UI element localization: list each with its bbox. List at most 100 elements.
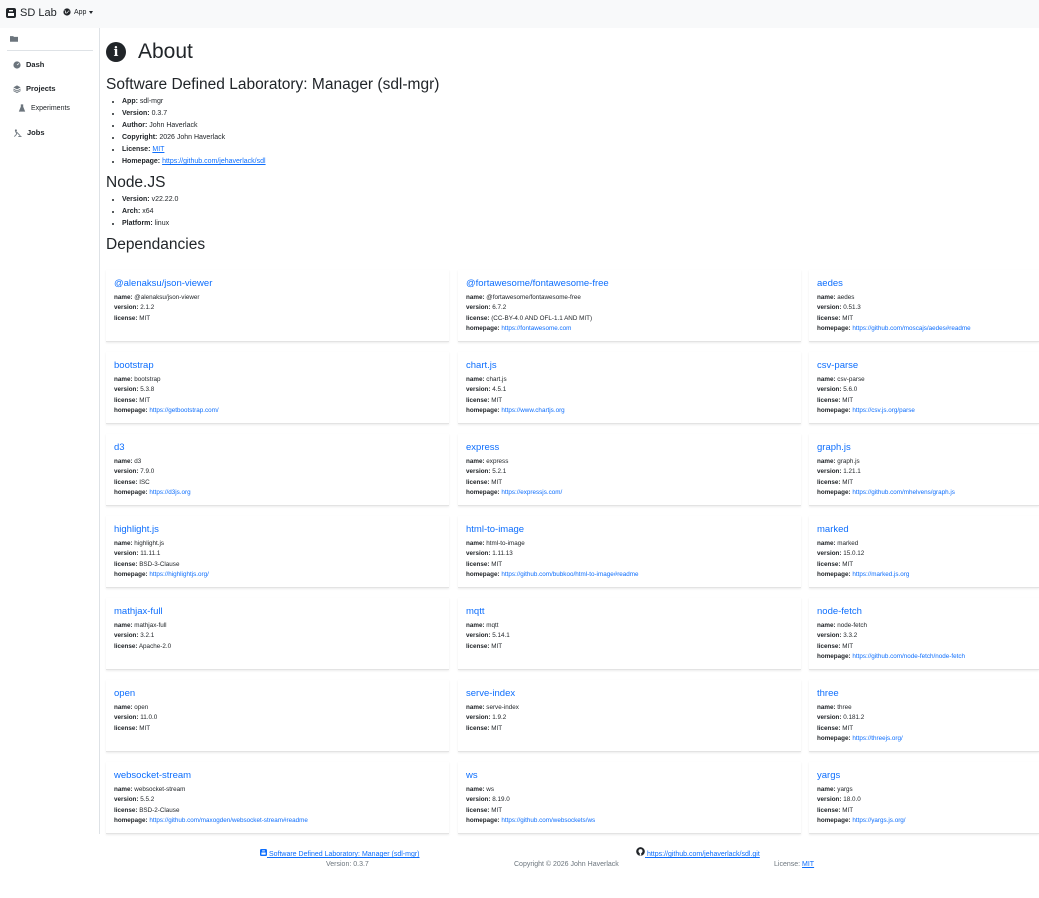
dependency-title: chart.js — [466, 360, 497, 371]
dependency-name: name: marked — [817, 540, 859, 547]
sidebar-item-label: Dash — [26, 60, 45, 69]
dependency-homepage-link[interactable]: https://csv.js.org/parse — [852, 407, 915, 414]
layers-icon — [13, 84, 21, 93]
dependency-card: d3 name: d3 version: 7.9.0 license: ISC home… — [106, 434, 449, 506]
dependency-homepage-link[interactable]: https://github.com/maxogden/websocket-st… — [149, 817, 308, 824]
dependency-version: version: 5.6.0 — [817, 386, 858, 394]
dependency-title: html-to-image — [466, 524, 525, 535]
dependency-title: mathjax-full — [114, 606, 163, 617]
dependency-title: ws — [466, 770, 478, 781]
app-info-author: Author: John Haverlack — [122, 120, 1039, 132]
sidebar-item-label: Experiments — [31, 104, 70, 112]
dependency-homepage-link[interactable]: https://github.com/bubkoo/html-to-image#… — [501, 571, 638, 578]
dependency-homepage-link[interactable]: https://www.chartjs.org — [501, 407, 564, 414]
sidebar-item-label: Projects — [26, 84, 56, 93]
dependency-homepage: homepage: https://marked.js.org — [817, 571, 910, 579]
dependency-card: csv-parse name: csv-parse version: 5.6.0 li… — [809, 352, 1039, 424]
dependency-homepage-link[interactable]: https://github.com/node-fetch/node-fetch — [852, 653, 965, 660]
dependency-name: name: csv-parse — [817, 376, 865, 383]
footer-app-link[interactable]: Software Defined Laboratory: Manager (sd… — [260, 849, 420, 858]
app-menu-label: App — [74, 8, 87, 16]
dependency-title: graph.js — [817, 442, 851, 453]
footer-license-link[interactable]: MIT — [802, 861, 814, 868]
github-icon — [636, 847, 645, 856]
sidebar-item-projects[interactable]: Projects — [13, 84, 56, 93]
app-info-list: App: sdl-mgr Version: 0.3.7 Author: John… — [106, 96, 1039, 168]
dependency-homepage-link[interactable]: https://yargs.js.org/ — [852, 817, 905, 824]
dependency-title: express — [466, 442, 500, 453]
app-info-version: Version: 0.3.7 — [122, 108, 1039, 120]
dependency-homepage-link[interactable]: https://highlightjs.org/ — [149, 571, 209, 578]
dependency-version: version: 15.0.12 — [817, 550, 865, 558]
folder-icon[interactable] — [10, 35, 18, 42]
dependency-version: version: 4.5.1 — [466, 386, 507, 394]
dependency-homepage: homepage: https://fontawesome.com — [466, 325, 572, 333]
caret-down-icon — [89, 10, 94, 14]
dependency-homepage-link[interactable]: https://d3js.org — [149, 489, 190, 496]
dependency-homepage-link[interactable]: https://fontawesome.com — [501, 325, 571, 332]
dependency-card: html-to-image name: html-to-image version:… — [458, 516, 801, 588]
dependency-card: serve-index name: serve-index version: 1.9… — [458, 680, 801, 752]
dependency-license: license: MIT — [114, 314, 151, 322]
dependency-title: bootstrap — [114, 360, 154, 371]
dependency-homepage-link[interactable]: https://github.com/websockets/ws — [501, 817, 595, 824]
page-title: i About — [106, 36, 1039, 68]
dependency-homepage-link[interactable]: https://github.com/moscajs/aedes#readme — [852, 325, 970, 332]
page-title-text: About — [138, 40, 193, 63]
license-link[interactable]: MIT — [152, 146, 164, 153]
dependency-homepage-link[interactable]: https://marked.js.org — [852, 571, 909, 578]
dependency-homepage: homepage: https://expressjs.com/ — [466, 489, 563, 497]
dependency-homepage: homepage: https://github.com/moscajs/aed… — [817, 325, 971, 333]
dependency-card: aedes name: aedes version: 0.51.3 license: … — [809, 270, 1039, 342]
dependency-license: license: BSD-3-Clause — [114, 560, 180, 568]
dependency-title: aedes — [817, 278, 843, 289]
dependency-card: @alenaksu/json-viewer name: @alenaksu/jso… — [106, 270, 449, 342]
brand-link[interactable]: SD Lab — [6, 7, 57, 19]
dependency-homepage-link[interactable]: https://threejs.org/ — [852, 735, 902, 742]
sidebar-item-jobs[interactable]: Jobs — [13, 128, 45, 137]
dependency-title: mqtt — [466, 606, 485, 617]
dependency-card: websocket-stream name: websocket-stream ve… — [106, 762, 449, 834]
footer-repo-link[interactable]: https://github.com/jehaverlack/sdl.git — [636, 847, 760, 858]
app-info-copyright: Copyright: 2026 John Haverlack — [122, 132, 1039, 144]
dependency-name: name: d3 — [114, 458, 142, 465]
footer-license: License: MIT — [774, 861, 815, 868]
dependency-name: name: node-fetch — [817, 622, 868, 629]
dependency-title: @fortawesome/fontawesome-free — [466, 278, 609, 289]
app-menu-dropdown[interactable]: App — [63, 8, 94, 16]
dependency-name: name: open — [114, 704, 149, 711]
dependency-license: license: MIT — [466, 478, 503, 486]
dependency-homepage: homepage: https://yargs.js.org/ — [817, 817, 906, 825]
node-heading: Node.JS — [106, 174, 166, 191]
sidebar-item-dash[interactable]: Dash — [13, 60, 44, 69]
dependency-homepage-link[interactable]: https://github.com/mhelvens/graph.js — [852, 489, 955, 496]
dependency-license: license: BSD-2-Clause — [114, 806, 180, 814]
dependency-homepage: homepage: https://csv.js.org/parse — [817, 407, 915, 415]
dependency-version: version: 5.5.2 — [114, 796, 155, 804]
node-info-arch: Arch: x64 — [122, 206, 1039, 218]
main-content: i About Software Defined Laboratory: Man… — [106, 36, 1039, 254]
dependency-homepage-link[interactable]: https://expressjs.com/ — [501, 489, 562, 496]
dependency-license: license: MIT — [466, 724, 503, 732]
dependency-homepage: homepage: https://github.com/bubkoo/html… — [466, 571, 639, 579]
dependency-version: version: 8.19.0 — [466, 796, 510, 804]
dependency-card: graph.js name: graph.js version: 1.21.1 lic… — [809, 434, 1039, 506]
homepage-link[interactable]: https://github.com/jehaverlack/sdl — [162, 158, 266, 165]
dependency-homepage-link[interactable]: https://getbootstrap.com/ — [149, 407, 218, 414]
dependency-version: version: 0.51.3 — [817, 304, 861, 312]
dependency-license: license: MIT — [817, 642, 854, 650]
brand-label: SD Lab — [20, 7, 57, 19]
dependency-title: node-fetch — [817, 606, 862, 617]
dependency-card: highlight.js name: highlight.js version: 1… — [106, 516, 449, 588]
dependency-version: version: 5.14.1 — [466, 632, 510, 640]
dependency-name: name: express — [466, 458, 509, 465]
dependency-license: license: Apache-2.0 — [114, 642, 172, 650]
dependency-name: name: websocket-stream — [114, 786, 186, 793]
sidebar-item-experiments[interactable]: Experiments — [18, 104, 70, 112]
dependency-version: version: 3.2.1 — [114, 632, 155, 640]
dependency-name: name: chart.js — [466, 376, 507, 383]
dependency-card: marked name: marked version: 15.0.12 licens… — [809, 516, 1039, 588]
info-circle-icon: i — [106, 42, 126, 62]
dependency-card: node-fetch name: node-fetch version: 3.3.2… — [809, 598, 1039, 670]
person-digging-icon — [13, 128, 22, 137]
